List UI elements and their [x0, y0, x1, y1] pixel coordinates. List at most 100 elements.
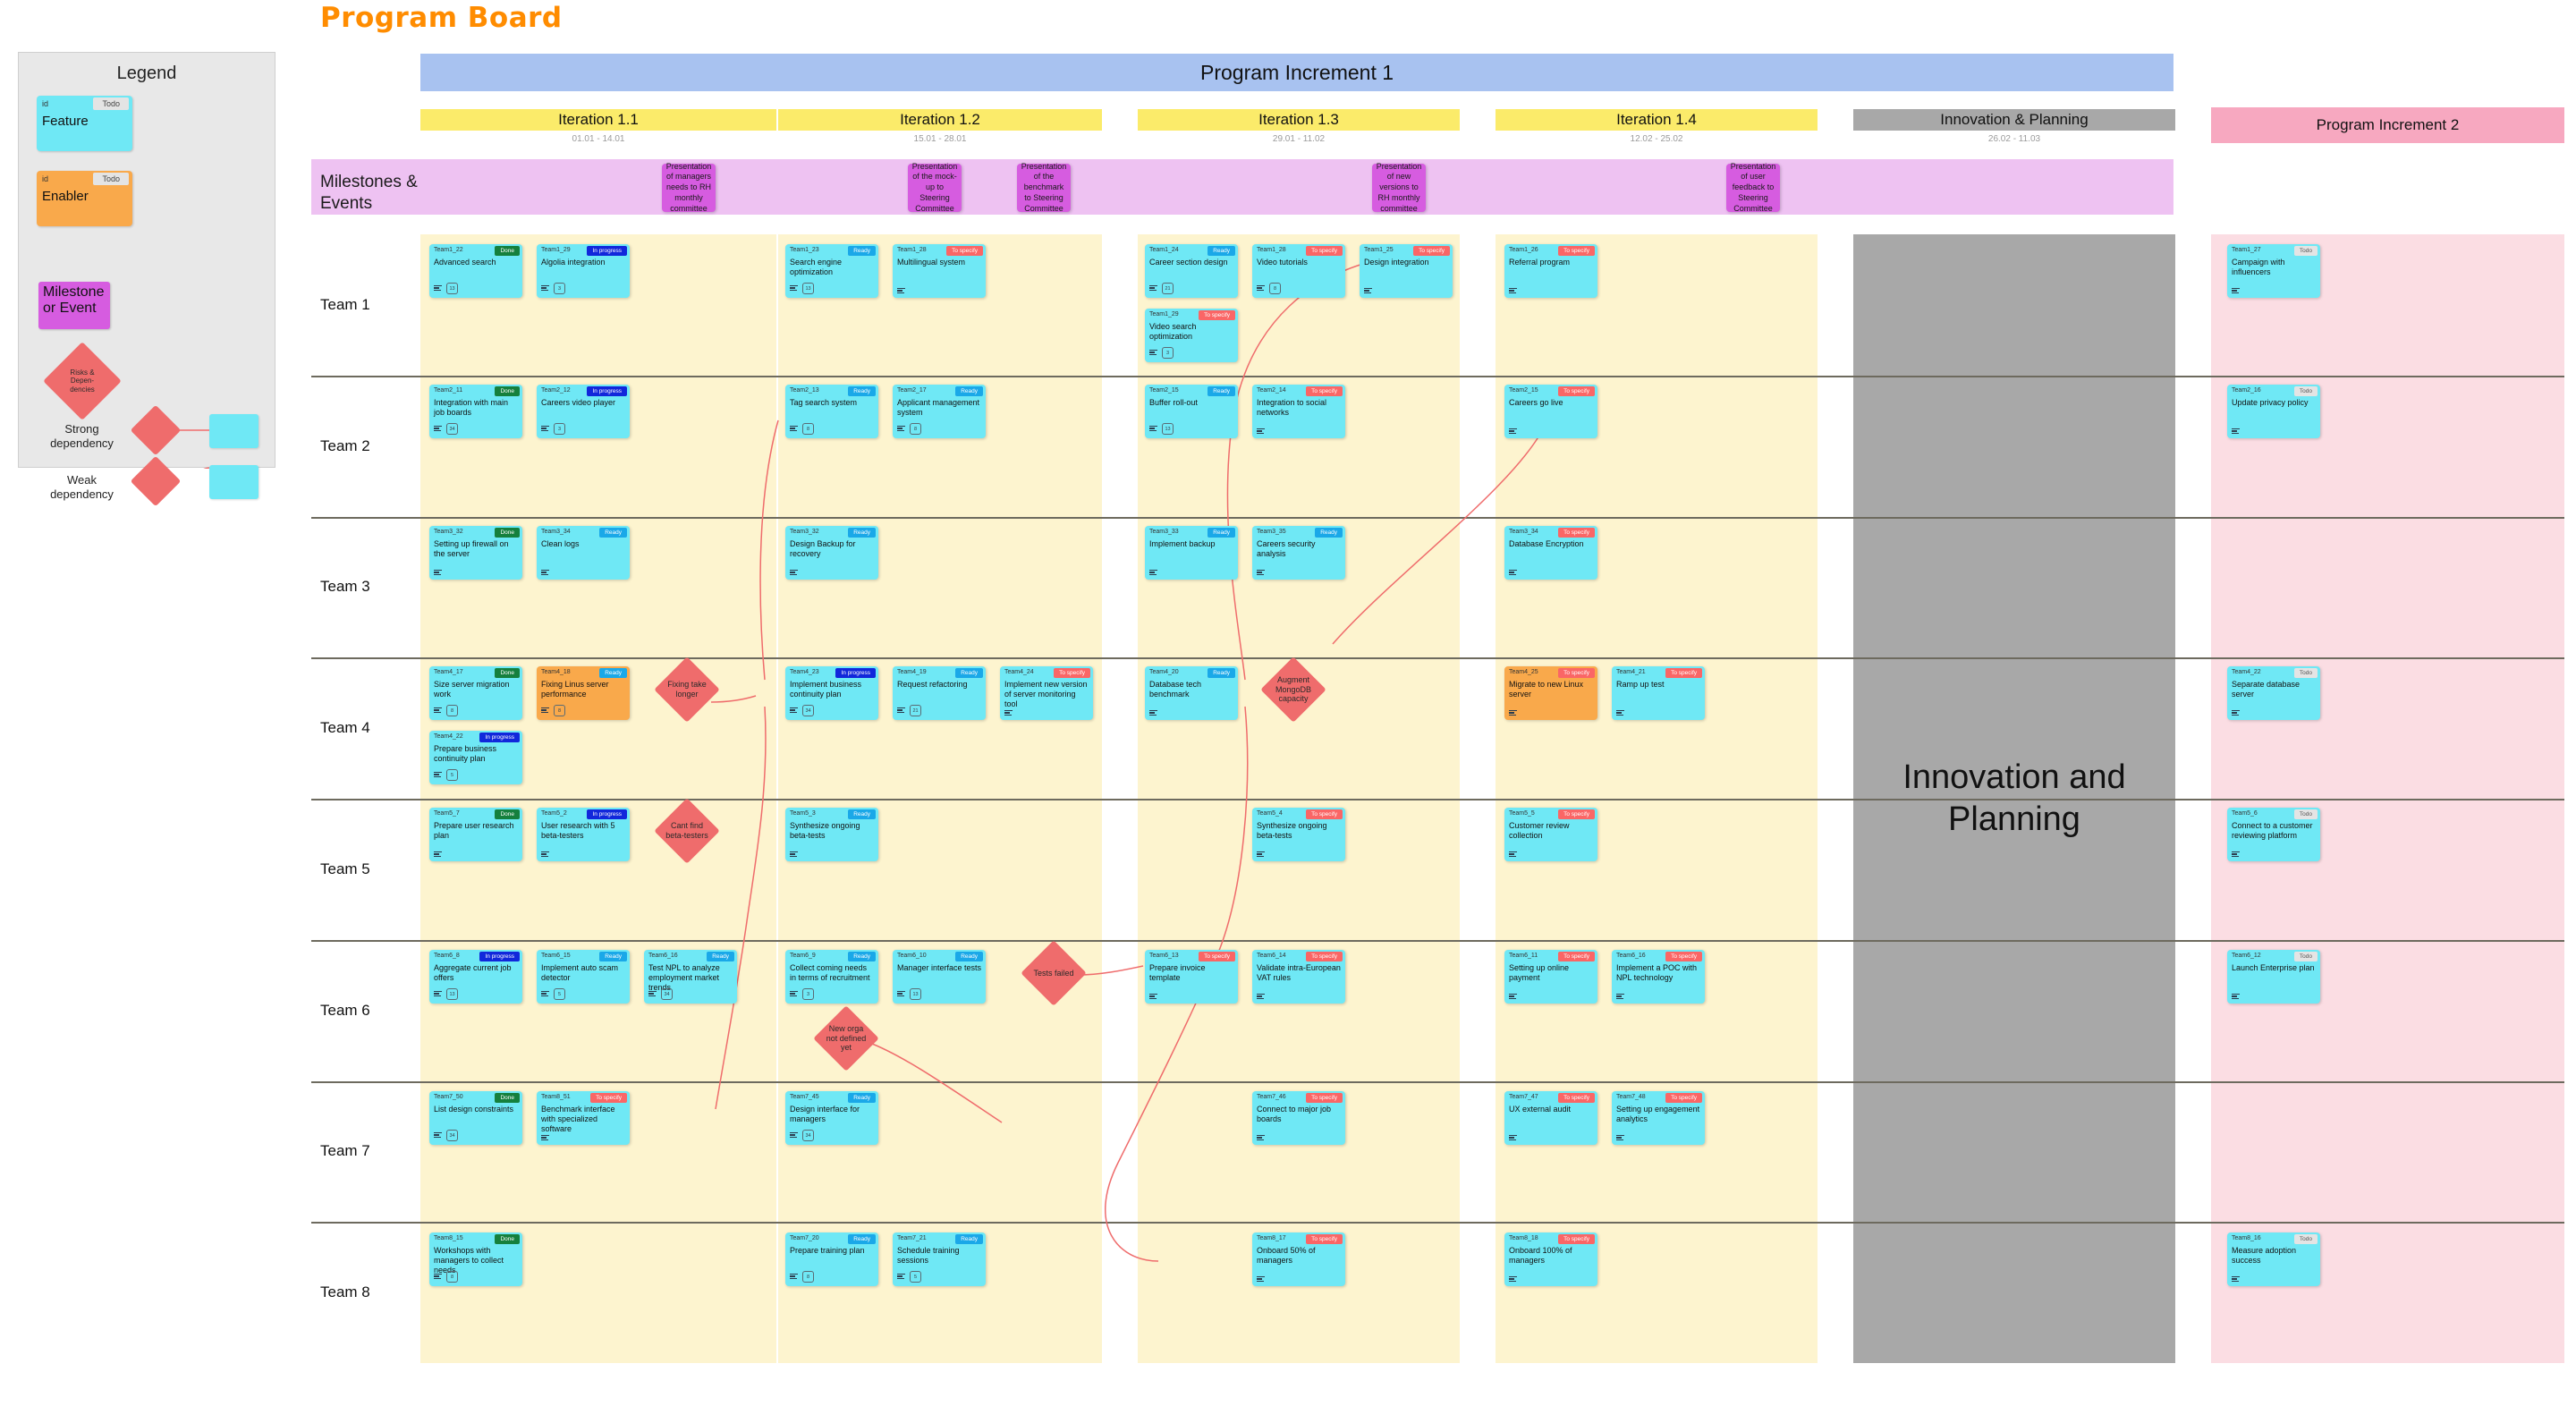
- iteration-bar-2[interactable]: Iteration 1.2: [778, 109, 1102, 131]
- risk-diamond[interactable]: Augment MongoDB capacity: [1260, 656, 1326, 723]
- story-card[interactable]: Team4_18 Ready Fixing Linus server perform…: [537, 666, 630, 720]
- story-points-badge: 8: [446, 705, 458, 716]
- card-id: Team2_17: [897, 387, 927, 394]
- story-card[interactable]: Team5_2 In progress User research with 5 b…: [537, 808, 630, 861]
- story-card[interactable]: Team4_25 To specify Migrate to new Linux s…: [1504, 666, 1597, 720]
- story-card[interactable]: Team7_47 To specify UX external audit: [1504, 1091, 1597, 1145]
- story-card[interactable]: Team3_33 Ready Implement backup: [1145, 526, 1238, 580]
- story-card[interactable]: Team3_34 Ready Clean logs: [537, 526, 630, 580]
- story-card[interactable]: Team5_3 Ready Synthesize ongoing beta-test…: [785, 808, 878, 861]
- innovation-planning-bar[interactable]: Innovation & Planning: [1853, 109, 2175, 131]
- risk-diamond[interactable]: Fixing take longer: [654, 656, 720, 723]
- story-card[interactable]: Team2_13 Ready Tag search system 8: [785, 385, 878, 438]
- story-card[interactable]: Team7_50 Done List design constraints 34: [429, 1091, 522, 1145]
- card-id: Team3_33: [1149, 529, 1179, 535]
- milestone-card[interactable]: Presentation of user feedback to Steerin…: [1726, 162, 1780, 213]
- legend-feature-card: id Todo Feature: [37, 96, 132, 151]
- story-card[interactable]: Team8_15 Done Workshops with managers to c…: [429, 1232, 522, 1286]
- status-badge: Todo: [2293, 386, 2318, 396]
- description-lines-icon: [1149, 570, 1157, 576]
- story-card[interactable]: Team4_17 Done Size server migration work 8: [429, 666, 522, 720]
- program-increment-1-bar[interactable]: Program Increment 1: [420, 54, 2174, 91]
- story-card[interactable]: Team6_14 To specify Validate intra-Europea…: [1252, 950, 1345, 1004]
- story-card[interactable]: Team4_23 In progress Implement business co…: [785, 666, 878, 720]
- card-id: Team8_51: [541, 1094, 571, 1100]
- story-card[interactable]: Team1_24 Ready Career section design 21: [1145, 244, 1238, 298]
- story-card[interactable]: Team6_8 In progress Aggregate current job …: [429, 950, 522, 1004]
- story-card[interactable]: Team4_21 To specify Ramp up test: [1612, 666, 1705, 720]
- story-card[interactable]: Team6_9 Ready Collect coming needs in term…: [785, 950, 878, 1004]
- story-card[interactable]: Team3_35 Ready Careers security analysis: [1252, 526, 1345, 580]
- milestone-card[interactable]: Presentation of managers needs to RH mon…: [662, 162, 716, 213]
- story-card[interactable]: Team1_25 To specify Design integration: [1360, 244, 1453, 298]
- story-card[interactable]: Team3_34 To specify Database Encryption: [1504, 526, 1597, 580]
- story-card[interactable]: Team6_13 To specify Prepare invoice templa…: [1145, 950, 1238, 1004]
- story-card[interactable]: Team2_11 Done Integration with main job bo…: [429, 385, 522, 438]
- story-card[interactable]: Team4_22 Todo Separate database server: [2227, 666, 2320, 720]
- story-card[interactable]: Team6_11 To specify Setting up online paym…: [1504, 950, 1597, 1004]
- story-card[interactable]: Team3_32 Done Setting up firewall on the s…: [429, 526, 522, 580]
- story-card[interactable]: Team6_12 Todo Launch Enterprise plan: [2227, 950, 2320, 1004]
- legend-feature-id: id: [42, 99, 49, 108]
- story-card[interactable]: Team2_15 Ready Buffer roll-out 13: [1145, 385, 1238, 438]
- story-card[interactable]: Team2_14 To specify Integration to social …: [1252, 385, 1345, 438]
- story-card[interactable]: Team1_29 To specify Video search optimizat…: [1145, 309, 1238, 362]
- story-card[interactable]: Team6_16 To specify Implement a POC with N…: [1612, 950, 1705, 1004]
- story-card[interactable]: Team2_17 Ready Applicant management system…: [893, 385, 986, 438]
- card-footer: [1616, 994, 1624, 1000]
- story-card[interactable]: Team8_17 To specify Onboard 50% of manager…: [1252, 1232, 1345, 1286]
- iteration-bar-4[interactable]: Iteration 1.4: [1496, 109, 1818, 131]
- program-increment-2-bar[interactable]: Program Increment 2: [2211, 107, 2564, 143]
- story-card[interactable]: Team8_18 To specify Onboard 100% of manage…: [1504, 1232, 1597, 1286]
- card-footer: [1509, 428, 1517, 435]
- status-badge: To specify: [1306, 1093, 1343, 1103]
- milestone-card[interactable]: Presentation of the benchmark to Steerin…: [1017, 162, 1071, 213]
- story-card[interactable]: Team1_28 To specify Video tutorials 8: [1252, 244, 1345, 298]
- story-card[interactable]: Team4_22 In progress Prepare business cont…: [429, 731, 522, 784]
- card-footer: [1257, 428, 1265, 435]
- story-card[interactable]: Team2_16 Todo Update privacy policy: [2227, 385, 2320, 438]
- story-card[interactable]: Team1_29 In progress Algolia integration 3: [537, 244, 630, 298]
- risk-diamond[interactable]: Cant find beta-testers: [654, 798, 720, 864]
- description-lines-icon: [2232, 851, 2240, 858]
- story-card[interactable]: Team1_22 Done Advanced search 13: [429, 244, 522, 298]
- iteration-bar-1[interactable]: Iteration 1.1: [420, 109, 776, 131]
- story-card[interactable]: Team7_20 Ready Prepare training plan 8: [785, 1232, 878, 1286]
- story-card[interactable]: Team6_10 Ready Manager interface tests 13: [893, 950, 986, 1004]
- iteration-bar-3[interactable]: Iteration 1.3: [1138, 109, 1460, 131]
- description-lines-icon: [1509, 570, 1517, 576]
- story-card[interactable]: Team2_12 In progress Careers video player 3: [537, 385, 630, 438]
- story-card[interactable]: Team3_32 Ready Design Backup for recovery: [785, 526, 878, 580]
- story-card[interactable]: Team2_15 To specify Careers go live: [1504, 385, 1597, 438]
- milestone-card[interactable]: Presentation of new versions to RH month…: [1372, 162, 1426, 213]
- milestone-card[interactable]: Presentation of the mock-up to Steering …: [908, 162, 962, 213]
- story-card[interactable]: Team1_28 To specify Multilingual system: [893, 244, 986, 298]
- risk-diamond[interactable]: Tests failed: [1021, 940, 1087, 1006]
- story-card[interactable]: Team5_7 Done Prepare user research plan: [429, 808, 522, 861]
- story-card[interactable]: Team1_27 Todo Campaign with influencers: [2227, 244, 2320, 298]
- description-lines-icon: [434, 1132, 442, 1139]
- card-title: Fixing Linus server performance: [541, 680, 609, 699]
- story-card[interactable]: Team7_46 To specify Connect to major job b…: [1252, 1091, 1345, 1145]
- story-card[interactable]: Team4_20 Ready Database tech benchmark: [1145, 666, 1238, 720]
- story-card[interactable]: Team5_6 Todo Connect to a customer reviewi…: [2227, 808, 2320, 861]
- story-card[interactable]: Team1_23 Ready Search engine optimization 1…: [785, 244, 878, 298]
- card-title: Onboard 100% of managers: [1509, 1246, 1572, 1265]
- story-card[interactable]: Team8_51 To specify Benchmark interface wi…: [537, 1091, 630, 1145]
- story-card[interactable]: Team5_5 To specify Customer review collect…: [1504, 808, 1597, 861]
- card-footer: 34: [790, 1130, 814, 1141]
- story-card[interactable]: Team7_48 To specify Setting up engagement …: [1612, 1091, 1705, 1145]
- story-card[interactable]: Team7_21 Ready Schedule training sessions 5: [893, 1232, 986, 1286]
- story-card[interactable]: Team4_19 Ready Request refactoring 21: [893, 666, 986, 720]
- story-card[interactable]: Team7_45 Ready Design interface for manage…: [785, 1091, 878, 1145]
- story-card[interactable]: Team5_4 To specify Synthesize ongoing beta…: [1252, 808, 1345, 861]
- story-card[interactable]: Team6_16 Ready Test NPL to analyze employm…: [644, 950, 737, 1004]
- card-id: Team7_48: [1616, 1094, 1646, 1100]
- risk-diamond[interactable]: New orga not defined yet: [813, 1005, 879, 1071]
- story-card[interactable]: Team1_26 To specify Referral program: [1504, 244, 1597, 298]
- card-footer: [541, 1135, 549, 1141]
- story-card[interactable]: Team8_16 Todo Measure adoption success: [2227, 1232, 2320, 1286]
- story-card[interactable]: Team6_15 Ready Implement auto scam detecto…: [537, 950, 630, 1004]
- description-lines-icon: [790, 1132, 798, 1139]
- story-card[interactable]: Team4_24 To specify Implement new version …: [1000, 666, 1093, 720]
